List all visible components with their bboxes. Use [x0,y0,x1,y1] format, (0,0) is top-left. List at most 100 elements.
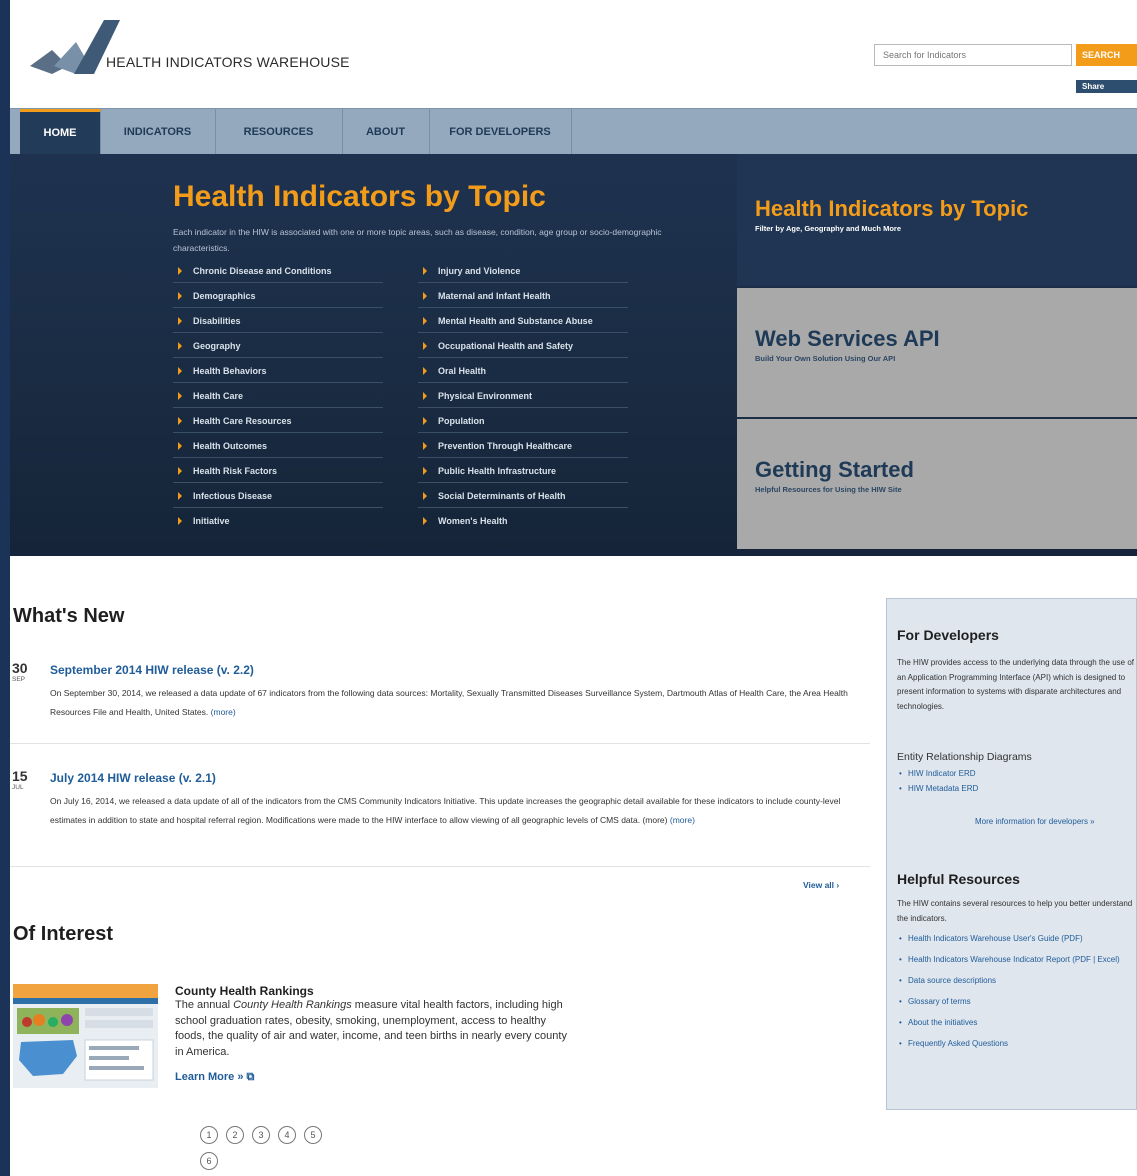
topic-link[interactable]: Women's Health [418,509,628,533]
erd-link-list: HIW Indicator ERD HIW Metadata ERD [899,767,1129,796]
hero-title: Health Indicators by Topic [173,180,546,213]
panel-subtitle: Helpful Resources for Using the HIW Site [755,485,902,494]
page-3-button[interactable]: 3 [252,1126,270,1144]
topic-link[interactable]: Public Health Infrastructure [418,459,628,483]
topic-link[interactable]: Maternal and Infant Health [418,284,628,308]
topic-link[interactable]: Health Behaviors [173,359,383,383]
topic-label: Prevention Through Healthcare [438,441,573,451]
topic-link[interactable]: Health Outcomes [173,434,383,458]
view-all-link[interactable]: View all › [803,880,839,890]
news-more-link[interactable]: (more) [211,707,236,717]
share-button[interactable]: Share [1076,80,1137,93]
topic-link[interactable]: Infectious Disease [173,484,383,508]
news-body-text: On July 16, 2014, we released a data upd… [50,796,841,825]
topic-label: Women's Health [438,516,508,526]
hiw-indicator-erd-link[interactable]: HIW Indicator ERD [899,767,1129,782]
nav-home[interactable]: HOME [20,109,101,155]
topic-link[interactable]: Social Determinants of Health [418,484,628,508]
news-title-link[interactable]: September 2014 HIW release (v. 2.2) [50,663,254,677]
hiw-metadata-erd-link[interactable]: HIW Metadata ERD [899,782,1129,797]
about-initiatives-link[interactable]: About the initiatives [899,1016,1129,1031]
topic-label: Disabilities [193,316,241,326]
news-item: 30 SEP September 2014 HIW release (v. 2.… [10,660,872,740]
search-button[interactable]: SEARCH [1076,44,1137,66]
whats-new-heading: What's New [13,605,125,627]
topic-link[interactable]: Prevention Through Healthcare [418,434,628,458]
page-6-button[interactable]: 6 [200,1152,218,1170]
page-4-button[interactable]: 4 [278,1126,296,1144]
arrow-right-icon [178,417,182,425]
nav-indicators[interactable]: INDICATORS [100,109,216,155]
site-title[interactable]: HEALTH INDICATORS WAREHOUSE [106,54,350,70]
arrow-right-icon [423,267,427,275]
topic-link[interactable]: Initiative [173,509,383,533]
topic-link[interactable]: Injury and Violence [418,259,628,283]
news-more-link[interactable]: (more) [670,815,695,825]
news-day: 15 [12,768,28,784]
topic-link[interactable]: Occupational Health and Safety [418,334,628,358]
arrow-right-icon [423,367,427,375]
topic-link[interactable]: Chronic Disease and Conditions [173,259,383,283]
site-header: HEALTH INDICATORS WAREHOUSE SEARCH Share [10,0,1137,108]
topic-label: Injury and Violence [438,266,521,276]
erd-heading: Entity Relationship Diagrams [897,751,1032,763]
nav-about[interactable]: ABOUT [342,109,430,155]
search-input[interactable] [874,44,1072,66]
panel-subtitle: Build Your Own Solution Using Our API [755,354,896,363]
thumbnail-image [13,984,158,1081]
arrow-right-icon [423,417,427,425]
developers-more-link[interactable]: More information for developers » [975,817,1095,826]
glossary-link[interactable]: Glossary of terms [899,995,1129,1010]
topic-link[interactable]: Disabilities [173,309,383,333]
county-health-rankings-thumbnail[interactable] [13,984,158,1088]
panel-subtitle: Filter by Age, Geography and Much More [755,224,901,233]
resource-link-list: Health Indicators Warehouse User's Guide… [899,932,1129,1058]
page-5-button[interactable]: 5 [304,1126,322,1144]
page-1-button[interactable]: 1 [200,1126,218,1144]
body-text: The annual [175,999,234,1011]
nav-for-developers[interactable]: FOR DEVELOPERS [429,109,572,155]
news-title-link[interactable]: July 2014 HIW release (v. 2.1) [50,771,216,785]
topic-link[interactable]: Health Care Resources [173,409,383,433]
of-interest-body: The annual County Health Rankings measur… [175,998,570,1060]
topic-label: Geography [193,341,241,351]
arrow-right-icon [423,442,427,450]
panel-getting-started[interactable]: Getting Started Helpful Resources for Us… [737,419,1137,549]
arrow-right-icon [178,267,182,275]
faq-link[interactable]: Frequently Asked Questions [899,1037,1129,1052]
users-guide-link[interactable]: Health Indicators Warehouse User's Guide… [899,932,1129,947]
for-developers-heading: For Developers [897,627,999,643]
topic-link[interactable]: Oral Health [418,359,628,383]
arrow-right-icon [178,392,182,400]
data-source-descriptions-link[interactable]: Data source descriptions [899,974,1129,989]
hero-description: Each indicator in the HIW is associated … [173,227,662,253]
arrow-right-icon [423,342,427,350]
indicator-report-link[interactable]: Health Indicators Warehouse Indicator Re… [899,953,1129,968]
panel-web-services-api[interactable]: Web Services API Build Your Own Solution… [737,288,1137,417]
topic-label: Health Outcomes [193,441,268,451]
news-item: 15 JUL July 2014 HIW release (v. 2.1) On… [10,768,872,858]
topic-link[interactable]: Health Risk Factors [173,459,383,483]
hero-banner: Health Indicators by Topic Each indicato… [10,154,1137,556]
helpful-resources-heading: Helpful Resources [897,871,1020,887]
topic-label: Health Behaviors [193,366,267,376]
topic-label: Health Risk Factors [193,466,278,476]
topic-label: Public Health Infrastructure [438,466,557,476]
topic-label: Chronic Disease and Conditions [193,266,332,276]
topic-link[interactable]: Population [418,409,628,433]
news-body-text: On September 30, 2014, we released a dat… [50,688,848,717]
topic-link[interactable]: Geography [173,334,383,358]
of-interest-heading: Of Interest [13,923,114,945]
topic-link[interactable]: Health Care [173,384,383,408]
topic-link[interactable]: Demographics [173,284,383,308]
main-nav: HOME INDICATORS RESOURCES ABOUT FOR DEVE… [10,108,1137,155]
nav-resources[interactable]: RESOURCES [215,109,343,155]
page-2-button[interactable]: 2 [226,1126,244,1144]
learn-more-link[interactable]: Learn More » ⧉ [175,1071,254,1084]
panel-health-indicators-by-topic[interactable]: Health Indicators by Topic Filter by Age… [737,154,1137,286]
panel-title: Health Indicators by Topic [755,196,1029,221]
topic-link[interactable]: Physical Environment [418,384,628,408]
topic-link[interactable]: Mental Health and Substance Abuse [418,309,628,333]
topic-label: Mental Health and Substance Abuse [438,316,593,326]
for-developers-text: The HIW provides access to the underlyin… [897,658,1135,711]
